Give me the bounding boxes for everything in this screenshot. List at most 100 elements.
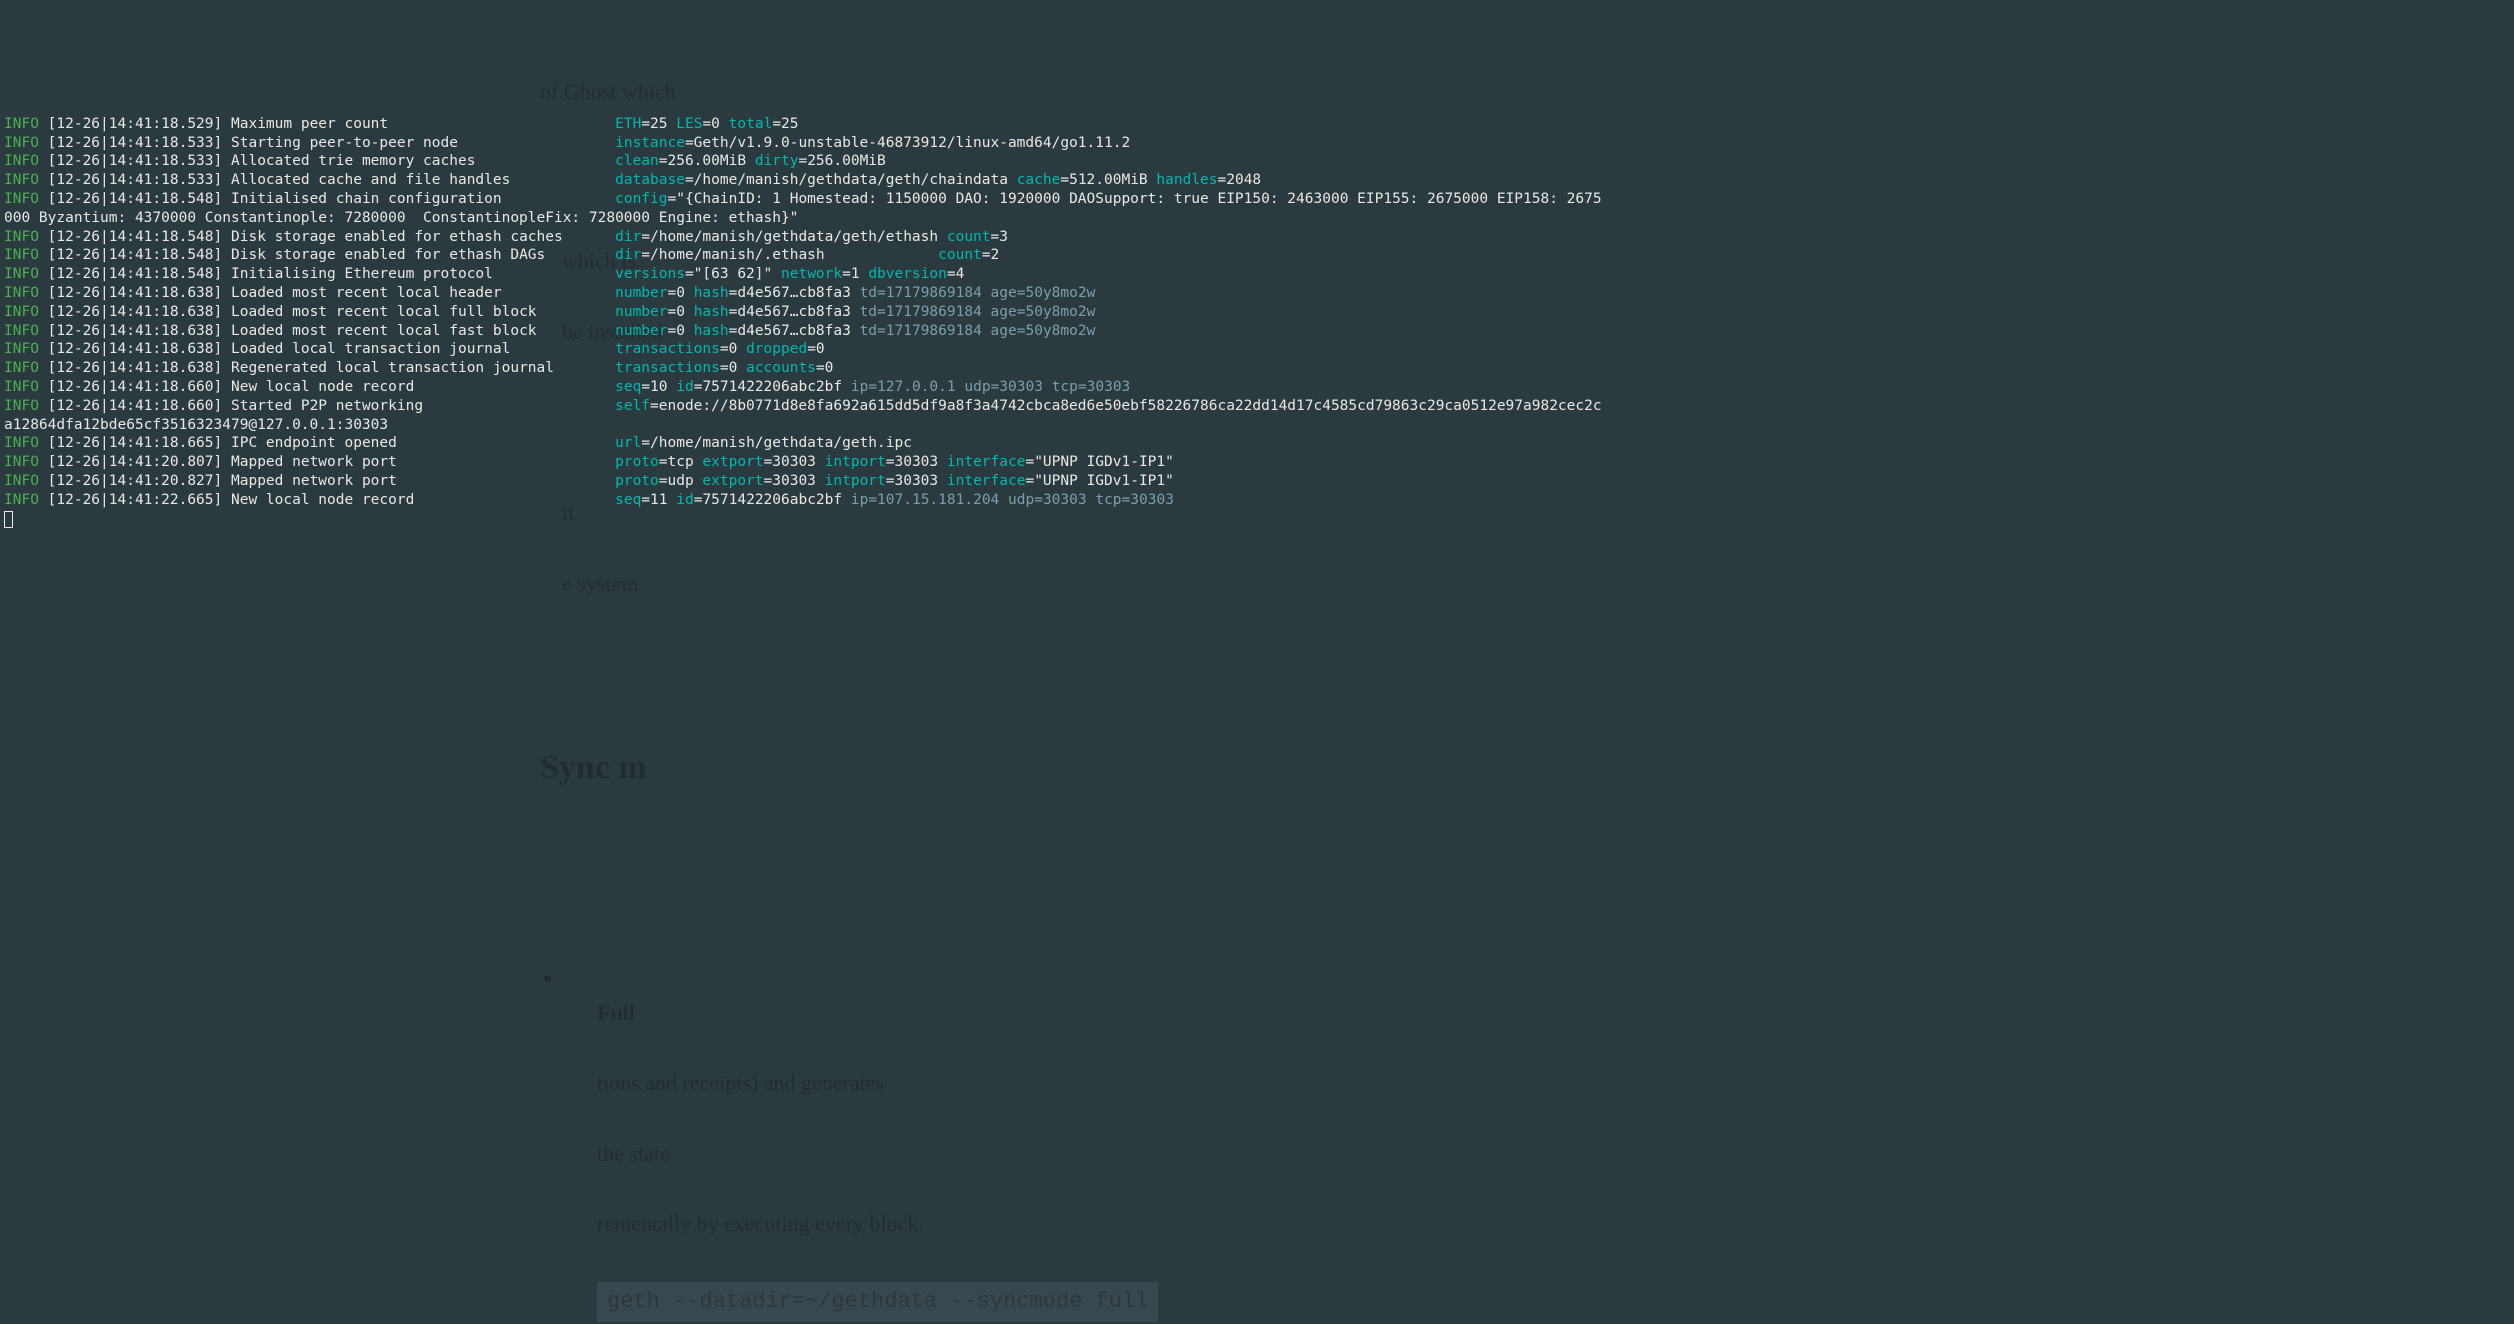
log-kv-val: =0: [668, 304, 685, 320]
ghost-line: rementally by executing every block.: [597, 1211, 924, 1236]
log-timestamp: [12-26|14:41:18.548]: [48, 247, 223, 263]
log-kv-key: extport: [702, 473, 763, 489]
log-timestamp: [12-26|14:41:22.665]: [48, 492, 223, 508]
log-line: INFO [12-26|14:41:18.665] IPC endpoint o…: [4, 434, 2510, 453]
log-level: INFO: [4, 229, 39, 245]
log-kv-key: td: [860, 285, 877, 301]
log-kv-val: =Geth/v1.9.0-unstable-46873912/linux-amd…: [685, 135, 1130, 151]
log-message: Initialised chain configuration: [231, 191, 615, 207]
log-kv-key: LES: [676, 116, 702, 132]
log-kv-val: =50y8mo2w: [1017, 285, 1096, 301]
log-kv-key: intport: [825, 454, 886, 470]
log-line: INFO [12-26|14:41:18.548] Initialised ch…: [4, 190, 2510, 228]
log-message: Mapped network port: [231, 454, 615, 470]
log-timestamp: [12-26|14:41:20.807]: [48, 454, 223, 470]
log-message: Regenerated local transaction journal: [231, 360, 615, 376]
log-line: INFO [12-26|14:41:20.827] Mapped network…: [4, 472, 2510, 491]
log-message: Maximum peer count: [231, 116, 615, 132]
ghost-line: tions and receipts) and generates: [597, 1070, 884, 1095]
log-kv-val: =0: [702, 116, 719, 132]
log-kv-val: =2: [982, 247, 999, 263]
log-kv-val: =25: [641, 116, 667, 132]
log-kv-val: =30303: [1034, 492, 1086, 508]
ghost-line: e system: [562, 571, 638, 596]
log-line: INFO [12-26|14:41:20.807] Mapped network…: [4, 453, 2510, 472]
log-kv-key: dir: [615, 247, 641, 263]
ghost-heading: Sync m: [540, 741, 2514, 795]
log-kv-key: url: [615, 435, 641, 451]
log-kv-val: =50y8mo2w: [1017, 304, 1096, 320]
log-kv-key: age: [991, 304, 1017, 320]
log-kv-key: id: [676, 492, 693, 508]
log-level: INFO: [4, 398, 39, 414]
ghost-line: the state: [597, 1141, 670, 1166]
log-line: INFO [12-26|14:41:18.533] Allocated trie…: [4, 152, 2510, 171]
log-kv-key: td: [860, 323, 877, 339]
log-timestamp: [12-26|14:41:18.548]: [48, 266, 223, 282]
log-line: INFO [12-26|14:41:18.638] Regenerated lo…: [4, 359, 2510, 378]
log-line: INFO [12-26|14:41:18.638] Loaded most re…: [4, 322, 2510, 341]
log-line: INFO [12-26|14:41:18.529] Maximum peer c…: [4, 115, 2510, 134]
log-message: Started P2P networking: [231, 398, 615, 414]
log-kv-val: =tcp: [659, 454, 694, 470]
log-kv-key: number: [615, 323, 667, 339]
log-kv-val: =25: [772, 116, 798, 132]
log-kv-val: =0: [807, 341, 824, 357]
log-kv-val: =0: [668, 285, 685, 301]
log-level: INFO: [4, 304, 39, 320]
log-kv-val: =0: [720, 341, 737, 357]
log-message: Allocated trie memory caches: [231, 153, 615, 169]
log-kv-val: =11: [641, 492, 667, 508]
log-kv-key: clean: [615, 153, 659, 169]
log-timestamp: [12-26|14:41:18.533]: [48, 172, 223, 188]
log-kv-val: =/home/manish/gethdata/geth/chaindata: [685, 172, 1008, 188]
log-level: INFO: [4, 172, 39, 188]
log-kv-val: =512.00MiB: [1060, 172, 1147, 188]
cursor: [4, 511, 13, 528]
log-kv-key: number: [615, 285, 667, 301]
log-line: INFO [12-26|14:41:18.533] Allocated cach…: [4, 171, 2510, 190]
log-level: INFO: [4, 116, 39, 132]
log-kv-key: transactions: [615, 360, 720, 376]
log-kv-key: proto: [615, 473, 659, 489]
log-kv-val: =256.00MiB: [659, 153, 746, 169]
log-kv-val: =17179869184: [877, 304, 982, 320]
log-kv-key: cache: [1017, 172, 1061, 188]
log-level: INFO: [4, 492, 39, 508]
log-kv-val: =3: [991, 229, 1008, 245]
log-timestamp: [12-26|14:41:18.548]: [48, 229, 223, 245]
log-kv-key: ip: [851, 492, 868, 508]
log-kv-val: =1: [842, 266, 859, 282]
log-kv-key: network: [781, 266, 842, 282]
log-timestamp: [12-26|14:41:20.827]: [48, 473, 223, 489]
log-message: Loaded most recent local fast block: [231, 323, 615, 339]
log-level: INFO: [4, 435, 39, 451]
log-kv-key: tcp: [1095, 492, 1121, 508]
log-message: Disk storage enabled for ethash DAGs: [231, 247, 615, 263]
log-message: Initialising Ethereum protocol: [231, 266, 615, 282]
log-message: New local node record: [231, 492, 615, 508]
log-level: INFO: [4, 379, 39, 395]
log-timestamp: [12-26|14:41:18.548]: [48, 191, 223, 207]
log-kv-val: =10: [641, 379, 667, 395]
log-kv-val: ="[63 62]": [685, 266, 772, 282]
log-kv-key: count: [938, 247, 982, 263]
log-kv-val: =/home/manish/gethdata/geth/ethash: [641, 229, 938, 245]
log-kv-key: udp: [1008, 492, 1034, 508]
log-kv-val: =127.0.0.1: [868, 379, 955, 395]
log-kv-key: hash: [694, 323, 729, 339]
log-kv-key: hash: [694, 304, 729, 320]
log-kv-val: =30303: [764, 454, 816, 470]
log-kv-val: =/home/manish/.ethash: [641, 247, 824, 263]
terminal-output[interactable]: INFO [12-26|14:41:18.529] Maximum peer c…: [4, 115, 2510, 529]
log-kv-key: td: [860, 304, 877, 320]
log-kv-key: ETH: [615, 116, 641, 132]
log-line: INFO [12-26|14:41:18.638] Loaded most re…: [4, 284, 2510, 303]
log-kv-val: =17179869184: [877, 285, 982, 301]
log-kv-key: proto: [615, 454, 659, 470]
log-timestamp: [12-26|14:41:18.638]: [48, 285, 223, 301]
log-level: INFO: [4, 266, 39, 282]
log-kv-key: age: [991, 285, 1017, 301]
log-line: INFO [12-26|14:41:22.665] New local node…: [4, 491, 2510, 510]
log-message: Allocated cache and file handles: [231, 172, 615, 188]
